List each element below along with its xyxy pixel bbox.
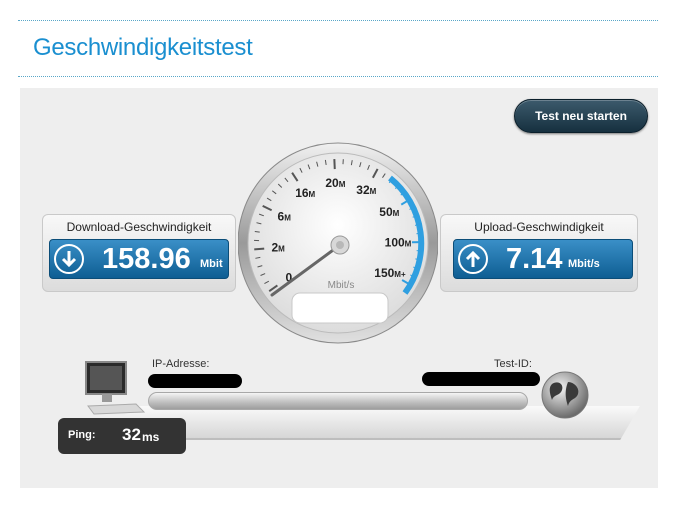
speed-gauge: 0 2M 6M 16M 20M 32M 50M 100M 150M+ Mbit/s: [237, 135, 439, 353]
upload-arrow-icon: [458, 244, 488, 274]
ping-value: 32: [122, 425, 141, 444]
globe-icon: [540, 370, 590, 425]
download-label: Download-Geschwindigkeit: [66, 220, 212, 234]
restart-test-button[interactable]: Test neu starten: [514, 99, 648, 133]
gauge-tick: [254, 230, 260, 233]
ip-address-redacted: [148, 374, 242, 388]
gauge-tick: [416, 232, 422, 235]
gauge-unit-label: Mbit/s: [328, 280, 355, 291]
test-id-redacted: [422, 372, 540, 386]
upload-value: 7.14: [506, 243, 563, 275]
ping-label: Ping:: [68, 429, 96, 441]
upload-label: Upload-Geschwindigkeit: [474, 220, 604, 234]
upload-box: Upload-Geschwindigkeit 7.14 Mbit/s: [440, 214, 638, 292]
test-id-label: Test-ID:: [494, 358, 532, 370]
download-unit: Mbit: [200, 258, 223, 270]
connection-tube: [148, 392, 528, 410]
page-title: Geschwindigkeitstest: [33, 34, 253, 61]
download-box: Download-Geschwindigkeit 158.96 Mbit: [42, 214, 236, 292]
gauge-readout-window: [291, 292, 389, 324]
computer-icon: [80, 360, 148, 421]
gauge-tick: [254, 247, 265, 251]
ping-unit: ms: [142, 430, 160, 444]
download-value: 158.96: [102, 243, 191, 275]
download-value-display: 158.96 Mbit: [49, 239, 229, 279]
ping-box: Ping: 32 ms: [58, 418, 186, 454]
download-arrow-icon: [54, 244, 84, 274]
upload-value-display: 7.14 Mbit/s: [453, 239, 633, 279]
title-divider: [18, 76, 658, 77]
upload-unit: Mbit/s: [568, 258, 600, 270]
ip-address-label: IP-Adresse:: [152, 358, 210, 370]
top-divider: [18, 20, 658, 21]
